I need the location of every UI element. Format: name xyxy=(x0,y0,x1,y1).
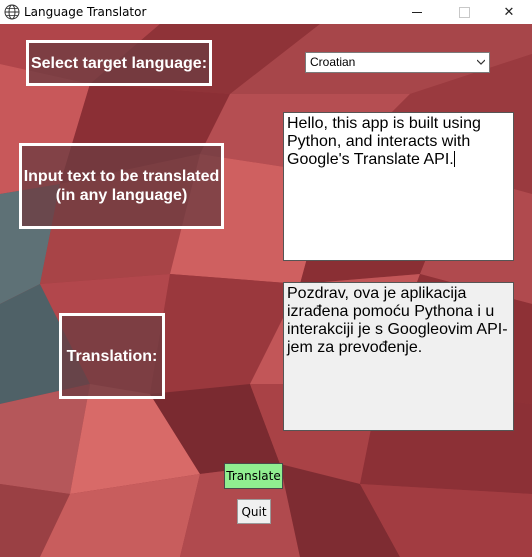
title-bar: Language Translator ✕ xyxy=(0,0,532,24)
language-select-value: Croatian xyxy=(310,55,356,69)
input-text-label-line2: (in any language) xyxy=(55,187,188,204)
close-button[interactable]: ✕ xyxy=(486,0,532,24)
maximize-button[interactable] xyxy=(441,0,487,24)
minimize-button[interactable] xyxy=(394,0,440,24)
minimize-icon xyxy=(412,11,422,13)
globe-icon xyxy=(4,4,20,20)
text-cursor xyxy=(453,151,455,167)
window-title: Language Translator xyxy=(24,5,147,19)
translate-button[interactable]: Translate xyxy=(224,463,283,489)
language-select[interactable]: Croatian xyxy=(305,52,490,73)
maximize-icon xyxy=(458,6,470,18)
translation-output-area[interactable]: Pozdrav, ova je aplikacija izrađena pomo… xyxy=(283,282,514,431)
input-text-area[interactable]: Hello, this app is built using Python, a… xyxy=(283,112,514,261)
input-text-label: Input text to be translated (in any lang… xyxy=(19,143,224,229)
chevron-down-icon xyxy=(477,59,485,65)
quit-button[interactable]: Quit xyxy=(237,499,271,524)
translate-button-label: Translate xyxy=(226,469,281,483)
translation-label-text: Translation: xyxy=(66,347,158,365)
app-content: Select target language: Croatian Input t… xyxy=(0,24,532,557)
input-text-label-line1: Input text to be translated xyxy=(23,168,220,185)
input-text-value: Hello, this app is built using Python, a… xyxy=(287,115,481,168)
target-language-label: Select target language: xyxy=(26,40,212,86)
quit-button-label: Quit xyxy=(241,504,267,519)
close-icon: ✕ xyxy=(503,4,515,20)
target-language-label-text: Select target language: xyxy=(30,54,208,72)
translation-output-value: Pozdrav, ova je aplikacija izrađena pomo… xyxy=(287,285,508,356)
translation-label: Translation: xyxy=(59,313,165,399)
